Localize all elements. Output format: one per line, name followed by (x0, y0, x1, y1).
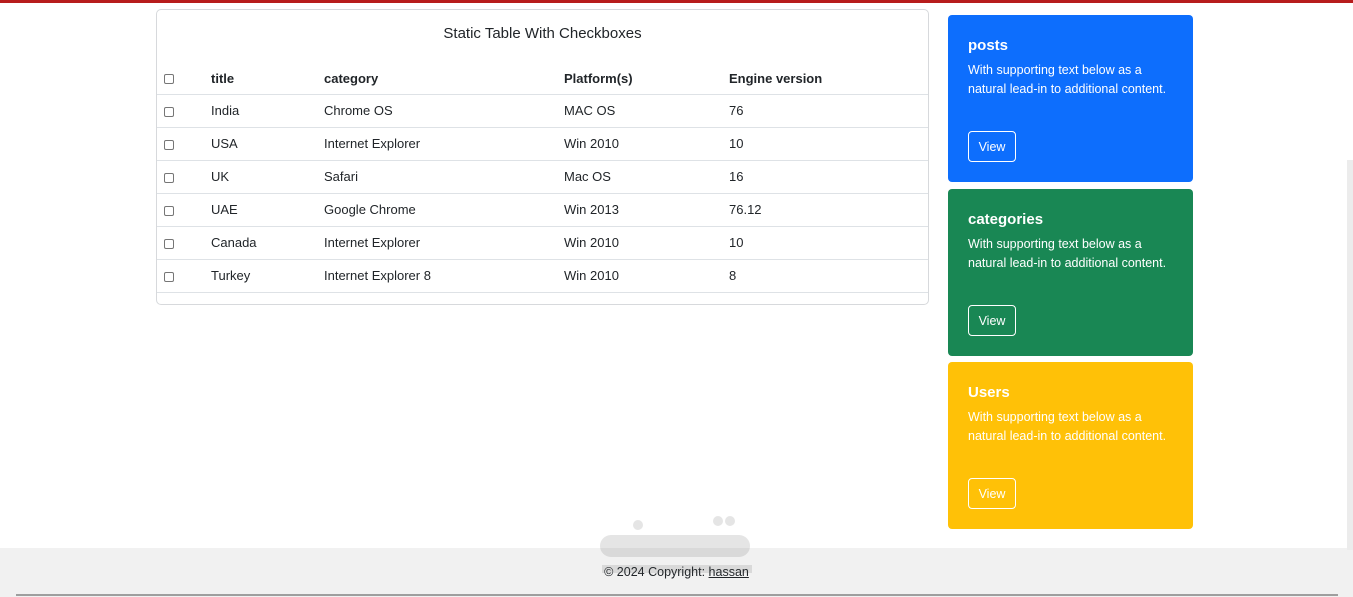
top-accent-bar (0, 0, 1353, 3)
footer: © 2024 Copyright: hassan (0, 548, 1353, 597)
card-title: Users (968, 384, 1010, 401)
cell-platform: Win 2010 (564, 226, 729, 260)
table-row: Turkey Internet Explorer 8 Win 2010 8 (157, 259, 928, 293)
posts-view-button[interactable]: View (968, 131, 1016, 162)
cell-platform: Win 2010 (564, 259, 729, 293)
cell-engine-version: 16 (729, 160, 928, 194)
table-card: Static Table With Checkboxes title categ… (156, 9, 929, 305)
cell-platform: Win 2010 (564, 127, 729, 161)
cell-platform: Mac OS (564, 160, 729, 194)
cell-title: USA (211, 127, 324, 161)
table-header-row: title category Platform(s) Engine versio… (157, 63, 928, 95)
cell-title: Turkey (211, 259, 324, 293)
cell-title: UAE (211, 193, 324, 227)
row-checkbox[interactable] (164, 106, 174, 117)
cell-platform: MAC OS (564, 94, 729, 128)
cell-category: Internet Explorer 8 (324, 259, 564, 293)
categories-view-button[interactable]: View (968, 305, 1016, 336)
copyright-link[interactable]: hassan (709, 565, 749, 579)
table-row: USA Internet Explorer Win 2010 10 (157, 127, 928, 161)
card-text: With supporting text below as a natural … (968, 237, 1167, 270)
cell-category: Internet Explorer (324, 226, 564, 260)
cell-engine-version: 10 (729, 226, 928, 260)
cell-category: Google Chrome (324, 193, 564, 227)
row-checkbox[interactable] (164, 139, 174, 150)
row-checkbox[interactable] (164, 238, 174, 249)
cell-category: Chrome OS (324, 94, 564, 128)
card-title: posts (968, 37, 1009, 54)
users-card: Users With supporting text below as a na… (948, 362, 1193, 529)
cell-engine-version: 8 (729, 259, 928, 293)
table-row: UAE Google Chrome Win 2013 76.12 (157, 193, 928, 227)
row-checkbox[interactable] (164, 172, 174, 183)
header-engine-version: Engine version (729, 63, 928, 95)
card-text: With supporting text below as a natural … (968, 63, 1167, 96)
bottom-divider (16, 594, 1338, 596)
scrollbar[interactable] (1347, 160, 1353, 550)
cell-engine-version: 10 (729, 127, 928, 161)
cell-engine-version: 76.12 (729, 193, 928, 227)
header-platform: Platform(s) (564, 63, 729, 95)
row-checkbox[interactable] (164, 271, 174, 282)
posts-card: posts With supporting text below as a na… (948, 15, 1193, 182)
cell-title: UK (211, 160, 324, 194)
header-category: category (324, 63, 564, 95)
cell-engine-version: 76 (729, 94, 928, 128)
card-title: categories (968, 211, 1044, 228)
table-row: UK Safari Mac OS 16 (157, 160, 928, 194)
cell-category: Internet Explorer (324, 127, 564, 161)
table-title: Static Table With Checkboxes (443, 25, 642, 42)
cell-category: Safari (324, 160, 564, 194)
categories-card: categories With supporting text below as… (948, 189, 1193, 356)
cell-platform: Win 2013 (564, 193, 729, 227)
users-view-button[interactable]: View (968, 478, 1016, 509)
cell-title: India (211, 94, 324, 128)
select-all-checkbox[interactable] (164, 74, 174, 85)
copyright-text: © 2024 Copyright: (604, 565, 709, 579)
card-text: With supporting text below as a natural … (968, 410, 1167, 443)
table-row: Canada Internet Explorer Win 2010 10 (157, 226, 928, 260)
cell-title: Canada (211, 226, 324, 260)
footer-copyright: © 2024 Copyright: hassan (0, 565, 1353, 579)
table-row: India Chrome OS MAC OS 76 (157, 94, 928, 128)
row-checkbox[interactable] (164, 205, 174, 216)
header-checkbox-cell (157, 63, 211, 95)
header-title: title (211, 63, 324, 95)
data-table: title category Platform(s) Engine versio… (157, 63, 928, 293)
